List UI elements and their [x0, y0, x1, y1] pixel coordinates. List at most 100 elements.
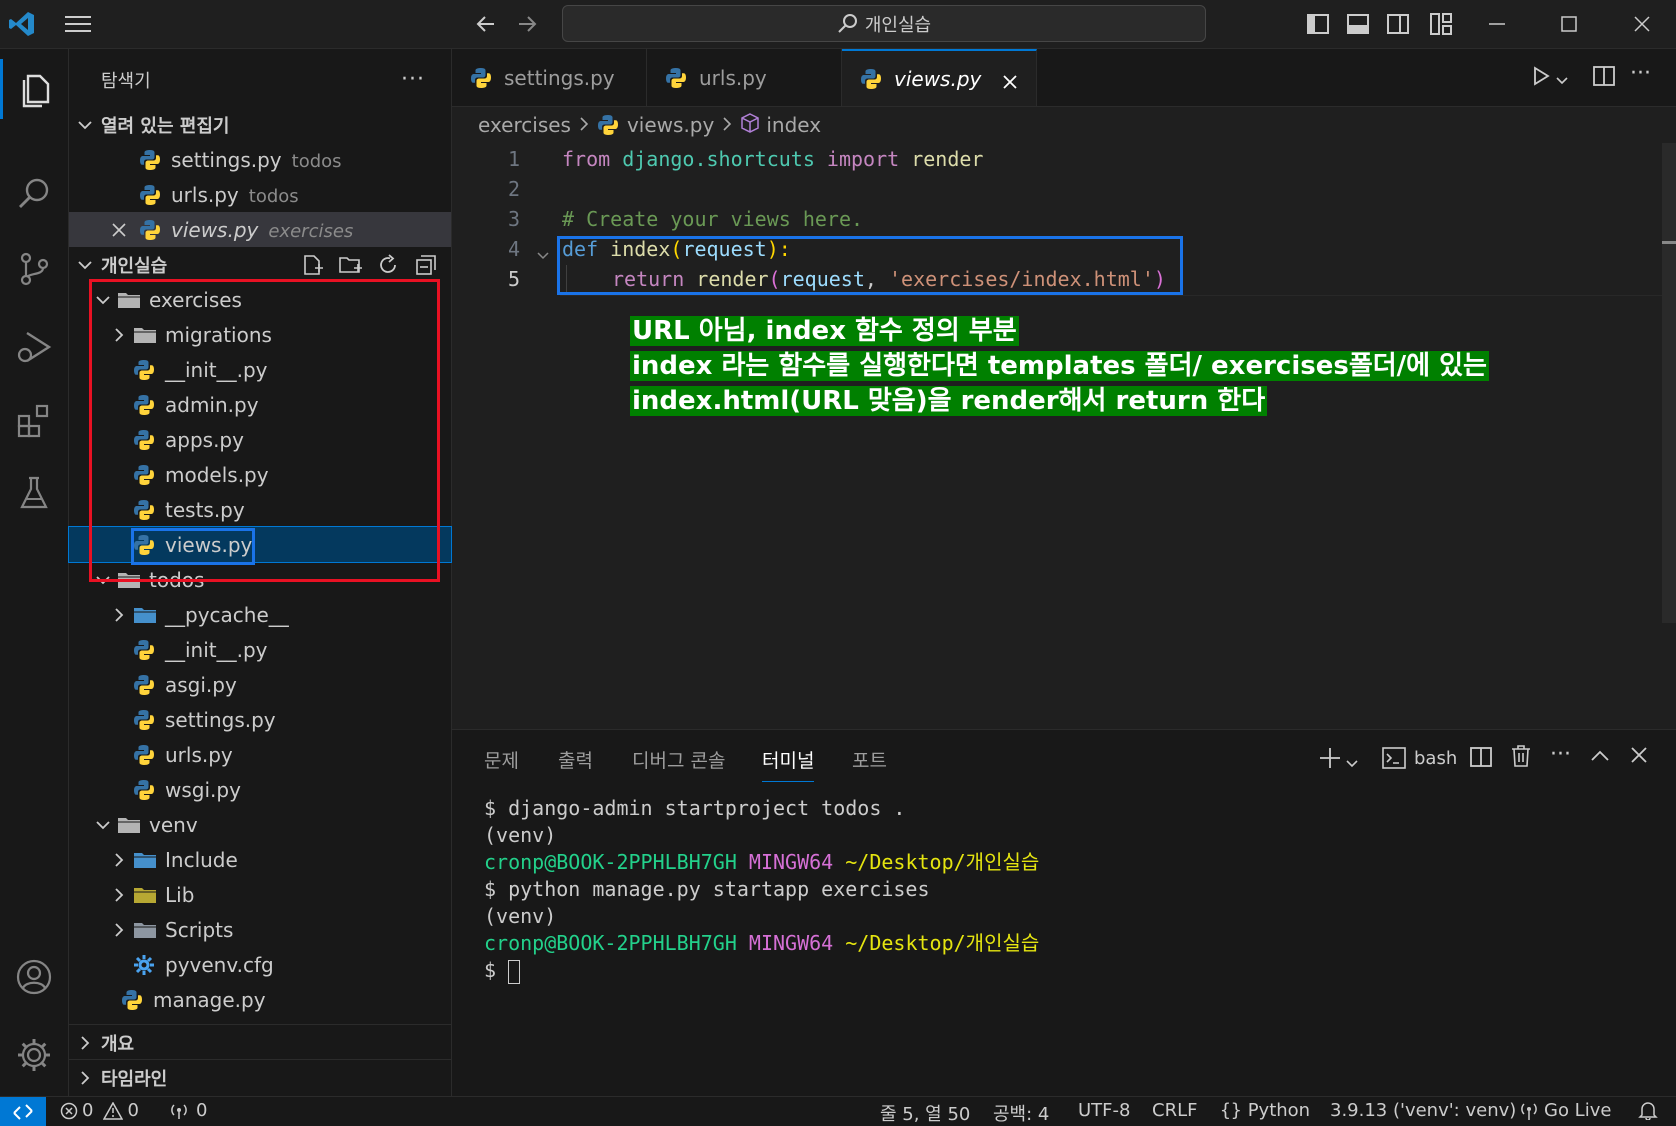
tree-item[interactable]: exercises [69, 282, 451, 317]
ports-indicator[interactable]: 0 [168, 1100, 207, 1121]
tree-item[interactable]: asgi.py [69, 667, 451, 702]
toggle-primary-sidebar-icon[interactable] [1304, 10, 1332, 38]
manage-gear-icon[interactable] [0, 1025, 68, 1085]
tree-item[interactable]: admin.py [69, 387, 451, 422]
tree-item[interactable]: tests.py [69, 492, 451, 527]
tab-output[interactable]: 출력 [558, 746, 593, 773]
code-editor[interactable]: 1 2 3 4 5 from django.shortcuts import r… [452, 143, 1676, 728]
timeline-header[interactable]: 타임라인 [69, 1059, 451, 1095]
python-interpreter[interactable]: 3.9.13 ('venv': venv) [1330, 1100, 1516, 1121]
more-actions-icon[interactable]: ··· [401, 67, 425, 92]
new-file-icon[interactable] [301, 254, 323, 276]
folder-icon [118, 292, 140, 308]
breadcrumb-file[interactable]: views.py [627, 113, 714, 137]
chevron-down-icon [95, 572, 111, 588]
run-python-icon[interactable] [1530, 65, 1552, 91]
forward-arrow-icon[interactable] [513, 10, 541, 38]
tree-item[interactable]: manage.py [69, 982, 451, 1017]
tree-item[interactable]: __init__.py [69, 632, 451, 667]
toggle-panel-icon[interactable] [1344, 10, 1372, 38]
remote-indicator[interactable] [0, 1097, 46, 1126]
more-actions-icon[interactable]: ··· [1630, 61, 1651, 86]
terminal-shell-selector[interactable]: bash [1382, 746, 1457, 770]
tree-item[interactable]: Include [69, 842, 451, 877]
tree-item[interactable]: apps.py [69, 422, 451, 457]
testing-flask-icon[interactable] [0, 463, 68, 523]
tree-item[interactable]: pyvenv.cfg [69, 947, 451, 982]
outline-header[interactable]: 개요 [69, 1024, 451, 1060]
tab-views-py[interactable]: views.py [842, 49, 1037, 106]
end-of-line[interactable]: CRLF [1152, 1100, 1197, 1121]
minimize-icon[interactable] [1483, 10, 1511, 38]
tree-item[interactable]: todos [69, 562, 451, 597]
collapse-all-icon[interactable] [415, 254, 437, 276]
tree-item[interactable]: Scripts [69, 912, 451, 947]
split-editor-icon[interactable] [1593, 65, 1615, 91]
new-terminal-plus-icon[interactable] [1318, 746, 1342, 774]
kill-terminal-trash-icon[interactable] [1510, 744, 1532, 772]
problems-indicator[interactable]: 0 0 [60, 1100, 139, 1121]
notifications-bell-icon[interactable] [1638, 1100, 1658, 1125]
split-terminal-icon[interactable] [1470, 746, 1492, 772]
tree-item[interactable]: wsgi.py [69, 772, 451, 807]
explorer-sidebar: 탐색기 ··· 열려 있는 편집기 settings.py todos urls.… [68, 49, 452, 1096]
refresh-icon[interactable] [377, 253, 399, 276]
tree-item[interactable]: venv [69, 807, 451, 842]
open-editor-desc: todos [291, 150, 342, 172]
tree-item[interactable]: migrations [69, 317, 451, 352]
tab-terminal[interactable]: 터미널 [762, 746, 815, 782]
tree-item[interactable]: urls.py [69, 737, 451, 772]
menu-icon[interactable] [64, 10, 92, 38]
chevron-down-icon[interactable] [1556, 71, 1568, 90]
cursor-position[interactable]: 줄 5, 열 50 [880, 1100, 970, 1126]
explorer-icon[interactable] [0, 59, 68, 119]
accounts-icon[interactable] [0, 947, 68, 1007]
open-editor-item[interactable]: urls.py todos [69, 177, 451, 212]
tree-item[interactable]: views.py [68, 526, 452, 563]
terminal-output[interactable]: $ django-admin startproject todos . (venv… [484, 795, 1039, 984]
workspace-header[interactable]: 개인실습 [69, 247, 451, 282]
terminal-line: (venv) [484, 904, 557, 928]
close-icon[interactable] [111, 222, 127, 238]
indentation[interactable]: 공백: 4 [993, 1100, 1049, 1126]
new-folder-icon[interactable] [339, 254, 363, 276]
editor-scrollbar[interactable] [1662, 143, 1676, 623]
more-actions-icon[interactable]: ··· [1550, 742, 1571, 767]
tree-item[interactable]: __init__.py [69, 352, 451, 387]
tab-ports[interactable]: 포트 [852, 746, 887, 773]
open-editors-header[interactable]: 열려 있는 편집기 [69, 107, 451, 142]
encoding[interactable]: UTF-8 [1078, 1100, 1130, 1121]
maximize-icon[interactable] [1555, 10, 1583, 38]
source-control-icon[interactable] [0, 239, 68, 299]
timeline-label: 타임라인 [101, 1068, 168, 1090]
tree-item[interactable]: models.py [69, 457, 451, 492]
tab-problems[interactable]: 문제 [484, 746, 519, 773]
command-center-search[interactable]: 개인실습 [562, 5, 1206, 42]
breadcrumb-symbol[interactable]: index [766, 113, 821, 137]
code-token: render [911, 147, 984, 171]
open-editor-item[interactable]: settings.py todos [69, 142, 451, 177]
chevron-down-icon[interactable] [1346, 754, 1358, 773]
tree-item[interactable]: settings.py [69, 702, 451, 737]
maximize-panel-chevron-up-icon[interactable] [1590, 748, 1610, 767]
extensions-icon[interactable] [0, 391, 68, 451]
back-arrow-icon[interactable] [472, 10, 500, 38]
language-mode[interactable]: {} Python [1220, 1100, 1310, 1121]
tab-settings-py[interactable]: settings.py [452, 49, 647, 106]
close-window-icon[interactable] [1628, 10, 1656, 38]
breadcrumb-folder[interactable]: exercises [478, 113, 571, 137]
close-panel-icon[interactable] [1630, 746, 1648, 768]
search-icon[interactable] [0, 164, 68, 224]
tab-urls-py[interactable]: urls.py [647, 49, 842, 106]
tab-debug-console[interactable]: 디버그 콘솔 [632, 746, 725, 773]
run-debug-icon[interactable] [0, 317, 68, 377]
close-icon[interactable] [1002, 71, 1018, 95]
open-editor-item-active[interactable]: views.py exercises [69, 212, 451, 247]
tree-item[interactable]: __pycache__ [69, 597, 451, 632]
customize-layout-icon[interactable] [1427, 10, 1455, 38]
go-live-button[interactable]: Go Live [1520, 1100, 1611, 1121]
fold-chevron-icon[interactable] [536, 243, 550, 267]
terminal-icon [1382, 747, 1406, 769]
tree-item[interactable]: Lib [69, 877, 451, 912]
toggle-secondary-sidebar-icon[interactable] [1384, 10, 1412, 38]
